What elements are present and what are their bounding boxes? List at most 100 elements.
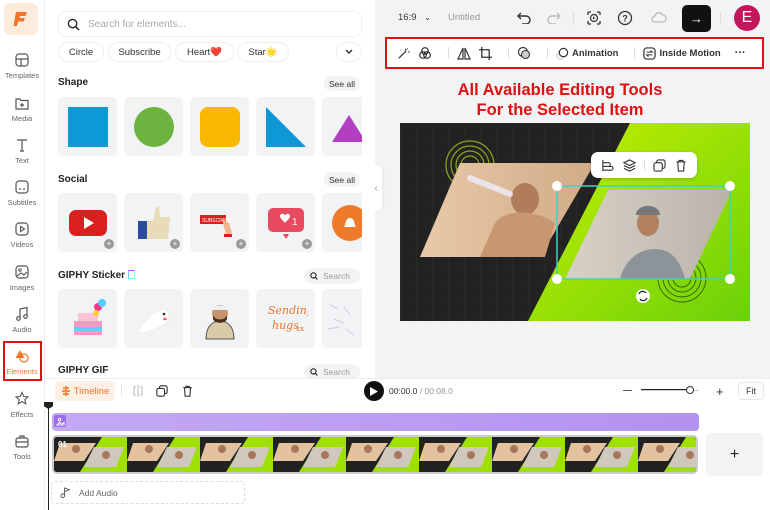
- sidebar-item-tools[interactable]: Tools: [0, 433, 44, 475]
- zoom-slider[interactable]: [641, 386, 699, 394]
- man-hand-on-heart-sticker: [205, 304, 234, 339]
- aspect-ratio-select[interactable]: 16:9 ⌄: [398, 12, 431, 23]
- video-canvas[interactable]: [400, 123, 750, 321]
- purple-triangle: [332, 114, 362, 142]
- shape-tile[interactable]: [124, 97, 183, 156]
- social-tile-subscribe[interactable]: SUBSCRIBE +: [190, 193, 249, 252]
- sidebar-item-videos[interactable]: Videos: [0, 221, 44, 263]
- filters-icon: [419, 47, 431, 59]
- cloud-save-button[interactable]: [650, 9, 668, 27]
- blue-square: [67, 106, 108, 147]
- sidebar-item-media[interactable]: Media: [0, 95, 44, 137]
- chips-expand-button[interactable]: [336, 42, 362, 62]
- sidebar-item-effects[interactable]: Effects: [0, 391, 44, 433]
- sidebar-item-templates[interactable]: Templates: [0, 52, 44, 94]
- logo-icon: [13, 12, 27, 26]
- social-tile-youtube[interactable]: +: [58, 193, 117, 252]
- timeline-duplicate-button[interactable]: [155, 384, 169, 398]
- selection-floating-toolbar: [591, 152, 697, 178]
- layers-icon: [622, 158, 636, 172]
- shape-tile[interactable]: [322, 97, 362, 156]
- magic-edit-button[interactable]: [397, 47, 410, 60]
- filmstrip-frame: [127, 437, 200, 472]
- duplicate-button[interactable]: [653, 158, 666, 172]
- project-title[interactable]: Untitled: [448, 12, 480, 23]
- delete-button[interactable]: [675, 159, 687, 172]
- shape-tile[interactable]: [58, 97, 117, 156]
- resize-handle-tr: [725, 181, 735, 191]
- social-tile-like-notification[interactable]: 1 +: [256, 193, 315, 252]
- split-button[interactable]: [131, 384, 145, 398]
- mask-button[interactable]: [517, 46, 531, 60]
- zoom-in-button[interactable]: +: [716, 384, 724, 399]
- subtitles-icon: [15, 180, 29, 194]
- redo-button[interactable]: [545, 9, 563, 27]
- crop-button[interactable]: [479, 46, 492, 60]
- preview-button[interactable]: [585, 9, 603, 27]
- add-badge-icon: +: [302, 239, 312, 249]
- youtube-play-icon: [68, 209, 107, 236]
- giphy-gif-search[interactable]: Search: [304, 364, 360, 378]
- sidebar-item-label: Media: [11, 114, 33, 123]
- add-audio-button[interactable]: Add Audio: [51, 481, 245, 504]
- flip-icon: [457, 47, 471, 60]
- sidebar-item-subtitles[interactable]: Subtitles: [0, 179, 44, 221]
- timeline-toggle-button[interactable]: Timeline: [55, 381, 115, 401]
- chevron-down-icon: [345, 49, 353, 54]
- sticker-tile-sending-hugs[interactable]: Sendinghugsxx: [256, 289, 315, 348]
- play-button[interactable]: [364, 381, 384, 401]
- giphy-sticker-search[interactable]: Search: [304, 268, 360, 284]
- animation-label: Animation: [572, 47, 619, 59]
- sticker-tile-seal[interactable]: [124, 289, 183, 348]
- more-options-button[interactable]: ···: [735, 47, 746, 59]
- filmstrip-frame: [638, 437, 696, 472]
- timeline-delete-button[interactable]: [180, 384, 194, 398]
- inside-motion-button[interactable]: Inside Motion: [643, 46, 721, 60]
- flip-button[interactable]: [457, 47, 471, 60]
- fit-button[interactable]: Fit: [738, 382, 764, 400]
- add-clip-button[interactable]: +: [706, 433, 763, 476]
- chip-heart[interactable]: Heart❤️: [175, 42, 234, 62]
- magic-wand-icon: [398, 47, 410, 59]
- shape-tile[interactable]: [256, 97, 315, 156]
- social-tile-bell[interactable]: [322, 193, 362, 252]
- shape-see-all-button[interactable]: See all: [324, 76, 360, 91]
- divider: [573, 12, 574, 25]
- social-see-all-button[interactable]: See all: [324, 172, 360, 187]
- sidebar-item-text[interactable]: Text: [0, 137, 44, 179]
- sticker-tile-birthday-cake[interactable]: [58, 289, 117, 348]
- app-logo[interactable]: [4, 3, 38, 35]
- help-button[interactable]: ?: [616, 9, 634, 27]
- help-icon: ?: [617, 10, 633, 26]
- export-button[interactable]: →: [682, 5, 711, 32]
- animation-button[interactable]: Animation: [556, 47, 618, 60]
- chip-circle[interactable]: Circle: [58, 42, 104, 62]
- overlay-track[interactable]: [52, 413, 699, 431]
- video-track[interactable]: 01: [52, 435, 698, 474]
- sidebar-item-label: Audio: [12, 325, 32, 334]
- trash-icon: [182, 385, 192, 397]
- collapse-panel-button[interactable]: ‹: [370, 165, 382, 211]
- social-tile-thumbs-up[interactable]: +: [124, 193, 183, 252]
- align-button[interactable]: [601, 159, 614, 172]
- sticker-tile-sketch[interactable]: [322, 289, 362, 348]
- search-label: Search: [323, 367, 350, 377]
- svg-text:Sending: Sending: [268, 304, 308, 317]
- cloud-icon: [651, 12, 667, 23]
- sidebar-item-images[interactable]: Images: [0, 264, 44, 306]
- chip-subscribe[interactable]: Subscribe: [108, 42, 171, 62]
- search-input[interactable]: Search for elements...: [58, 11, 362, 37]
- chip-star[interactable]: Star🌟: [237, 42, 289, 62]
- elements-highlight-box: [3, 341, 42, 381]
- undo-button[interactable]: [515, 9, 533, 27]
- layers-button[interactable]: [622, 158, 636, 172]
- user-avatar[interactable]: E: [734, 5, 760, 31]
- sticker-tile-man[interactable]: [190, 289, 249, 348]
- filmstrip-frame: [419, 437, 492, 472]
- playhead[interactable]: [48, 402, 49, 510]
- zoom-out-button[interactable]: [623, 390, 632, 391]
- audio-icon: [16, 306, 28, 321]
- filters-button[interactable]: [418, 46, 432, 60]
- shape-tile[interactable]: [190, 97, 249, 156]
- filmstrip-frame: [200, 437, 273, 472]
